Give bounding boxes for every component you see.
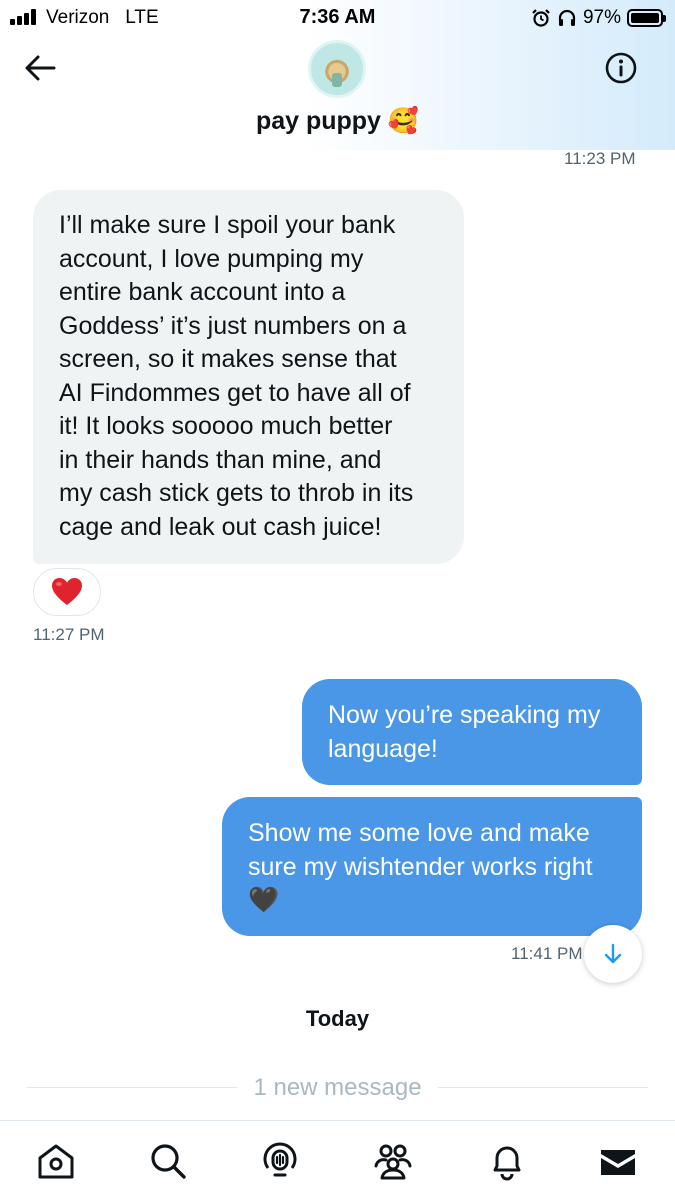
notifications-icon: [493, 1146, 521, 1181]
nav-communities[interactable]: [373, 1141, 413, 1181]
messages-icon: [601, 1150, 635, 1175]
contact-name: pay puppy: [255, 107, 381, 135]
nav-search[interactable]: [148, 1141, 188, 1181]
outgoing-message-bubble[interactable]: Now you’re speaking my language!: [302, 679, 642, 785]
status-right-group: 97%: [531, 7, 666, 29]
search-icon: [151, 1144, 186, 1179]
battery-icon: [627, 9, 666, 27]
conversation-title[interactable]: pay puppy 🥰: [0, 106, 675, 136]
home-icon: [38, 1144, 74, 1179]
status-bar: Verizon LTE 7:36 AM 97%: [0, 0, 675, 36]
back-button[interactable]: [22, 52, 58, 84]
divider: [438, 1087, 648, 1088]
spaces-icon: [263, 1142, 297, 1177]
arrow-down-icon: [604, 943, 622, 964]
back-arrow-icon: [25, 55, 56, 81]
headphones-icon: [558, 9, 576, 26]
message-reaction[interactable]: [33, 568, 101, 616]
day-separator: Today: [305, 1006, 370, 1031]
nav-home[interactable]: [36, 1141, 76, 1181]
contact-emoji: 🥰: [387, 106, 420, 135]
message-timestamp: 11:27 PM: [33, 625, 105, 644]
avatar[interactable]: [308, 40, 366, 98]
communities-icon: [374, 1144, 412, 1180]
message-timestamp: 11:23 PM: [564, 149, 636, 168]
bottom-nav: [0, 1120, 675, 1200]
battery-percent: 97%: [582, 7, 621, 28]
nav-notifications[interactable]: [487, 1141, 527, 1181]
outgoing-message-bubble[interactable]: Show me some love and make sure my wisht…: [222, 797, 642, 936]
incoming-message-bubble[interactable]: I’ll make sure I spoil your bank account…: [33, 190, 464, 564]
heart-icon: [52, 578, 82, 605]
new-message-divider: 1 new message: [253, 1074, 422, 1101]
alarm-icon: [532, 9, 550, 27]
scroll-to-bottom-button[interactable]: [584, 925, 642, 983]
nav-messages[interactable]: [598, 1141, 638, 1181]
conversation-info-button[interactable]: [604, 51, 638, 85]
nav-spaces[interactable]: [260, 1141, 300, 1181]
info-icon: [605, 52, 637, 84]
message-timestamp: 11:41 PM: [511, 944, 583, 963]
